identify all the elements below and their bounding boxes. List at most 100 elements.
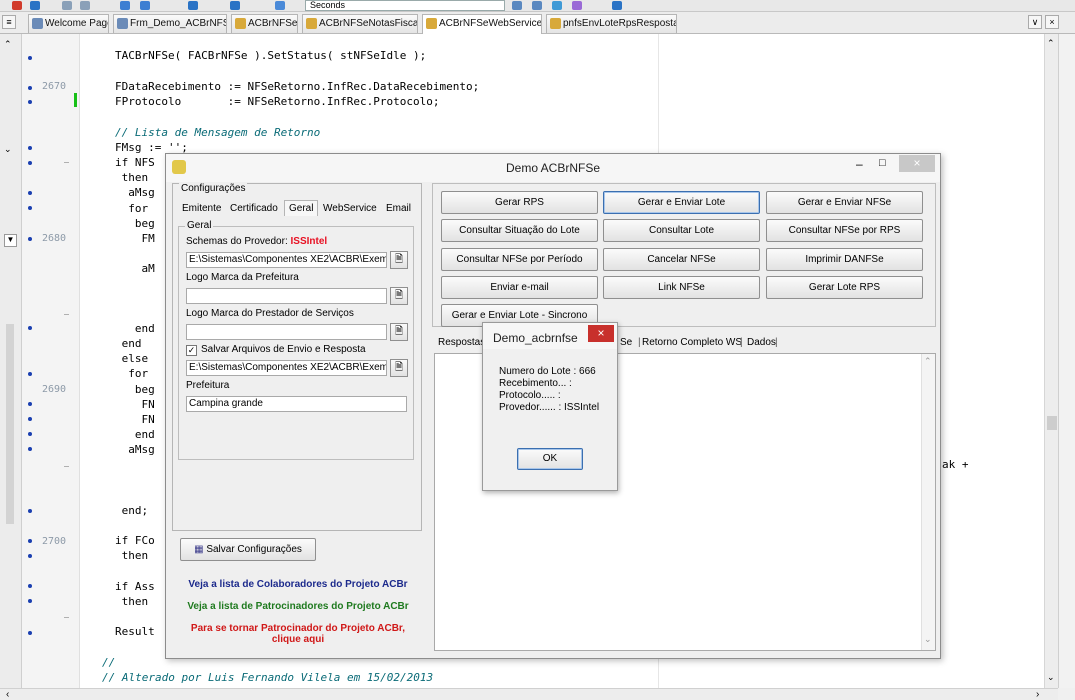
consultar-nfse-periodo-button[interactable]: Consultar NFSe por Período (441, 248, 598, 271)
chevron-up-icon[interactable]: ⌃ (4, 39, 12, 50)
chevron-up-icon[interactable]: ⌃ (924, 356, 932, 367)
back-icon[interactable] (188, 1, 198, 10)
minimize-icon[interactable]: – (856, 157, 870, 171)
gerar-rps-button[interactable]: Gerar RPS (441, 191, 598, 214)
window-title-bar[interactable]: Demo ACBrNFSe – □ × (166, 154, 940, 182)
imprimir-danfse-button[interactable]: Imprimir DANFSe (766, 248, 923, 271)
tab-webservice[interactable]: WebService (323, 203, 377, 214)
ok-button[interactable]: OK (517, 448, 583, 470)
scroll-thumb[interactable] (1047, 416, 1057, 430)
breakpoint-dot[interactable] (28, 509, 32, 513)
breakpoint-dot[interactable] (28, 447, 32, 451)
breakpoint-dot[interactable] (28, 599, 32, 603)
tab-frm-demo[interactable]: Frm_Demo_ACBrNFSe (113, 14, 227, 33)
enviar-email-button[interactable]: Enviar e-mail (441, 276, 598, 299)
run-icon[interactable] (12, 1, 22, 10)
gerar-lote-rps-button[interactable]: Gerar Lote RPS (766, 276, 923, 299)
message-close-button[interactable]: × (588, 325, 614, 342)
globe-icon[interactable] (552, 1, 562, 10)
salvar-path-field[interactable]: E:\Sistemas\Componentes XE2\ACBR\Exemp (186, 360, 387, 376)
unit-combo[interactable]: Seconds (305, 0, 505, 11)
tab-email[interactable]: Email (386, 203, 411, 214)
settings-icon[interactable] (275, 1, 285, 10)
breakpoint-dot[interactable] (28, 161, 32, 165)
logo-prefeitura-field[interactable] (186, 288, 387, 304)
breakpoint-dot[interactable] (28, 326, 32, 330)
gerar-enviar-lote-button[interactable]: Gerar e Enviar Lote (603, 191, 760, 214)
link-tornar-patrocinador[interactable]: Para se tornar Patrocinador do Projeto A… (180, 623, 416, 645)
schemas-path-field[interactable]: E:\Sistemas\Componentes XE2\ACBR\Exemp (186, 252, 387, 268)
chevron-down-icon[interactable]: ⌄ (1047, 672, 1055, 683)
folder-icon[interactable]: 🗎 (390, 359, 408, 377)
consultar-lote-button[interactable]: Consultar Lote (603, 219, 760, 242)
consultar-situacao-button[interactable]: Consultar Situação do Lote (441, 219, 598, 242)
close-button[interactable]: × (899, 155, 935, 172)
save-config-button[interactable]: ▦ Salvar Configurações (180, 538, 316, 561)
breakpoint-dot[interactable] (28, 56, 32, 60)
forward-icon[interactable] (230, 1, 240, 10)
salvar-arquivos-checkbox[interactable]: ✓ (186, 345, 197, 356)
chevron-left-icon[interactable]: ‹ (6, 689, 9, 700)
link-patrocinadores[interactable]: Veja a lista de Patrocinadores do Projet… (180, 601, 416, 612)
tab-welcome-page[interactable]: Welcome Page (28, 14, 109, 33)
editor-vertical-scrollbar[interactable]: ⌃ ⌄ (1044, 34, 1058, 688)
close-icon[interactable]: × (1045, 15, 1059, 29)
gerar-enviar-nfse-button[interactable]: Gerar e Enviar NFSe (766, 191, 923, 214)
help-icon[interactable] (612, 1, 622, 10)
scroll-thumb[interactable] (6, 324, 14, 524)
message-title-bar[interactable]: Demo_acbrnfse × (483, 323, 617, 349)
prefeitura-field[interactable]: Campina grande (186, 396, 407, 412)
breakpoint-dot[interactable] (28, 584, 32, 588)
breakpoint-dot[interactable] (28, 237, 32, 241)
tab-certificado[interactable]: Certificado (230, 203, 278, 214)
tab-dados[interactable]: Dados (747, 337, 776, 348)
tab-geral[interactable]: Geral (284, 200, 319, 216)
breakpoint-dot[interactable] (28, 402, 32, 406)
breakpoint-dot[interactable] (28, 631, 32, 635)
folder-icon[interactable]: 🗎 (390, 287, 408, 305)
step-icon[interactable] (30, 1, 40, 10)
chevron-down-icon[interactable]: ⌄ (4, 144, 12, 155)
pause-icon[interactable] (62, 1, 72, 10)
folder-icon[interactable]: 🗎 (390, 251, 408, 269)
chevron-up-icon[interactable]: ⌃ (1047, 38, 1055, 49)
tab-acbrnfse-webservices[interactable]: ACBrNFSeWebServices (422, 14, 542, 34)
tab-retorno-completo[interactable]: Retorno Completo WS (642, 337, 742, 348)
step-into-icon[interactable] (120, 1, 130, 10)
link-nfse-button[interactable]: Link NFSe (603, 276, 760, 299)
breakpoint-dot[interactable] (28, 432, 32, 436)
link-colaboradores[interactable]: Veja a lista de Colaboradores do Projeto… (180, 579, 416, 590)
print-icon[interactable] (532, 1, 542, 10)
table-icon[interactable] (512, 1, 522, 10)
step-over-icon[interactable] (140, 1, 150, 10)
breakpoint-dot[interactable] (28, 100, 32, 104)
chevron-down-icon[interactable]: ∨ (1028, 15, 1042, 29)
chevron-right-icon[interactable]: › (1036, 689, 1039, 700)
breakpoint-dot[interactable] (28, 191, 32, 195)
memo-scrollbar[interactable]: ⌃ ⌄ (921, 354, 935, 650)
breakpoint-dot[interactable] (28, 86, 32, 90)
plugin-icon[interactable] (572, 1, 582, 10)
tab-xml-response[interactable]: Se (620, 337, 632, 348)
tab-pnfs-envlote[interactable]: pnfsEnvLoteRpsResposta (546, 14, 677, 33)
maximize-icon[interactable]: □ (879, 157, 893, 169)
tab-respostas[interactable]: Respostas (438, 337, 485, 348)
breakpoint-dot[interactable] (28, 417, 32, 421)
breakpoint-dot[interactable] (28, 206, 32, 210)
tab-acbrnfse-notas[interactable]: ACBrNFSeNotasFiscais (302, 14, 418, 33)
chevron-down-icon[interactable]: ⌄ (924, 634, 932, 645)
breakpoint-dot[interactable] (28, 554, 32, 558)
breakpoint-dot[interactable] (28, 146, 32, 150)
breakpoint-dot[interactable] (28, 372, 32, 376)
tab-emitente[interactable]: Emitente (182, 203, 221, 214)
dropdown-icon[interactable]: ▼ (4, 234, 17, 247)
editor-horizontal-scrollbar[interactable]: ‹ › (0, 688, 1058, 700)
tab-list-icon[interactable]: ≡ (2, 15, 16, 29)
folder-icon[interactable]: 🗎 (390, 323, 408, 341)
cancelar-nfse-button[interactable]: Cancelar NFSe (603, 248, 760, 271)
consultar-nfse-rps-button[interactable]: Consultar NFSe por RPS (766, 219, 923, 242)
tab-acbrnfse[interactable]: ACBrNFSe (231, 14, 298, 33)
logo-prestador-field[interactable] (186, 324, 387, 340)
breakpoint-dot[interactable] (28, 539, 32, 543)
stop-icon[interactable] (80, 1, 90, 10)
